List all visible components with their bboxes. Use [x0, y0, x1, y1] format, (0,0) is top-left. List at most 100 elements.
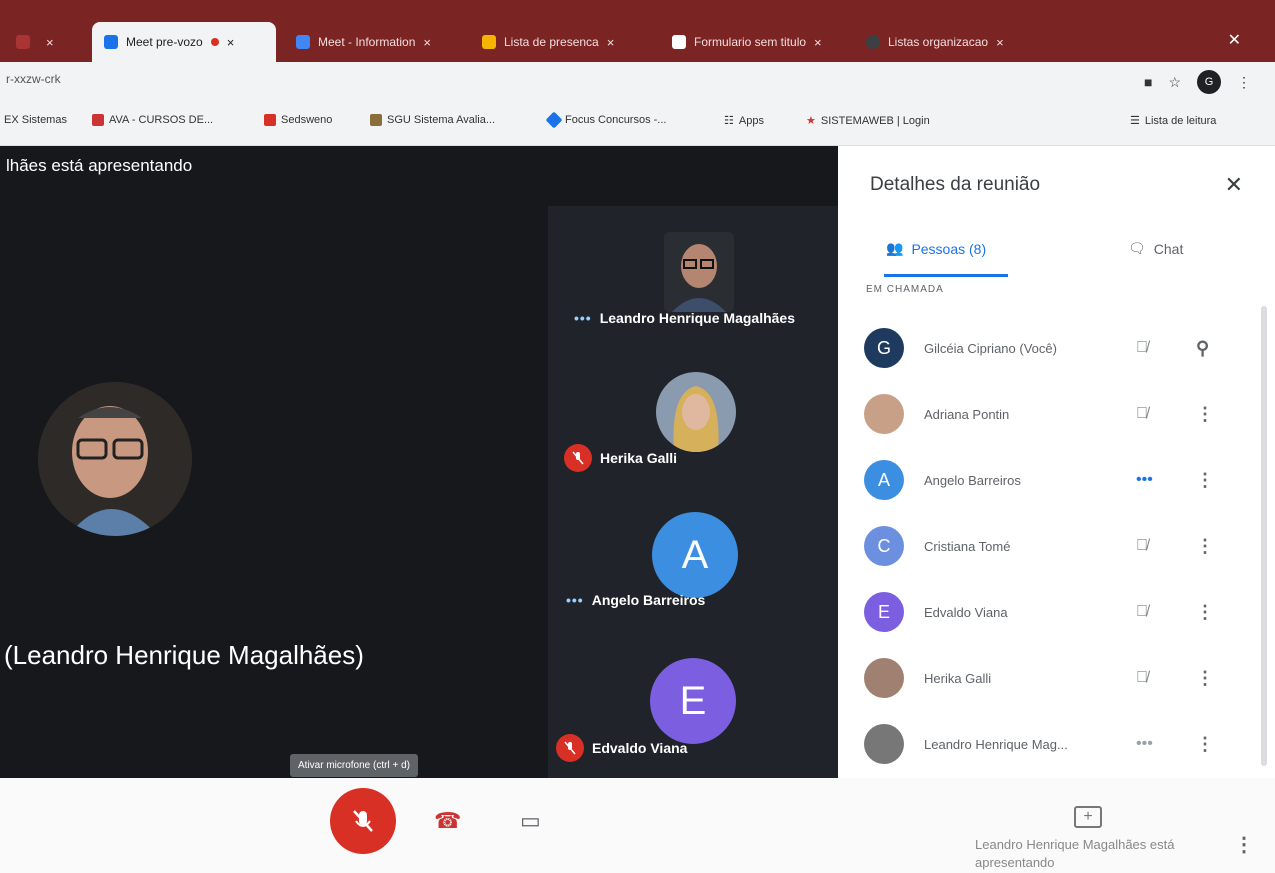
more-options-icon[interactable]: ⋮ [1196, 668, 1214, 689]
bookmark-item[interactable]: ★ SISTEMAWEB | Login [806, 114, 930, 128]
tab-close-icon[interactable]: × [423, 35, 431, 50]
participant-row[interactable]: A Angelo Barreiros ••• ⋮ [864, 458, 1244, 502]
tab-close-icon[interactable]: × [46, 35, 54, 50]
camera-toggle-icon[interactable]: ▭ [520, 808, 541, 834]
main-speaker-name: (Leandro Henrique Magalhães) [4, 640, 364, 670]
bookmark-icon [370, 114, 382, 126]
hangup-icon[interactable]: ☎ [434, 808, 461, 834]
tab-people[interactable]: 👥 Pessoas (8) [886, 240, 986, 257]
tab-close-icon[interactable]: × [607, 35, 615, 50]
recording-dot-icon [210, 38, 219, 46]
participant-row[interactable]: Adriana Pontin 🎙̸ ⋮ [864, 392, 1244, 436]
participant-avatar [656, 372, 736, 452]
bookmark-item[interactable]: SGU Sistema Avalia... [370, 114, 495, 126]
menu-icon[interactable]: ⋮ [1237, 74, 1251, 91]
chat-icon: 🗨 [1128, 240, 1146, 256]
participant-tile-name: ••• Angelo Barreiros [566, 592, 706, 608]
tab-favicon [16, 35, 30, 49]
bookmark-icon: ★ [806, 115, 816, 127]
camera-icon[interactable]: ■ [1144, 74, 1152, 90]
bookmark-icon [92, 114, 104, 126]
participant-row[interactable]: E Edvaldo Viana 🎙̸ ⋮ [864, 590, 1244, 634]
bookmark-item[interactable]: ☷ Apps [724, 114, 764, 128]
more-options-icon[interactable]: ⋮ [1196, 734, 1214, 755]
participant-row[interactable]: Herika Galli 🎙̸ ⋮ [864, 656, 1244, 700]
tab-close-icon[interactable]: × [227, 35, 235, 50]
participant-tile-name: ••• Leandro Henrique Magalhães [574, 310, 795, 326]
browser-tab[interactable]: Listas organizacao × [854, 22, 1054, 62]
people-icon: 👥 [886, 240, 904, 256]
participant-name: Adriana Pontin [924, 406, 1010, 422]
participant-letter-avatar: A [652, 512, 738, 598]
browser-tab[interactable]: Formulario sem titulo × [660, 22, 848, 62]
tab-close-icon[interactable]: × [814, 35, 822, 50]
profile-avatar[interactable]: G [1197, 70, 1221, 94]
tab-favicon [482, 35, 496, 49]
meet-icon [104, 35, 118, 49]
tab-favicon [866, 35, 880, 49]
tab-chat[interactable]: 🗨 Chat [1128, 240, 1183, 257]
avatar [864, 724, 904, 764]
speaking-dots-icon: ••• [1136, 735, 1153, 752]
avatar: G [864, 328, 904, 368]
tab-label: Meet pre-vozo [126, 35, 203, 49]
bookmark-item[interactable]: EX Sistemas [4, 114, 67, 126]
more-options-icon[interactable]: ⋮ [1196, 470, 1214, 491]
url-field[interactable]: r-xxzw-crk [6, 72, 61, 86]
tab-meet[interactable]: Meet pre-vozo × [92, 22, 276, 62]
participant-row[interactable]: C Cristiana Tomé 🎙̸ ⋮ [864, 524, 1244, 568]
participant-name: Edvaldo Viana [924, 604, 1008, 620]
mic-off-icon [556, 734, 584, 762]
presenting-banner: lhães está apresentando [6, 156, 193, 175]
mic-off-icon: 🎙̸ [1136, 669, 1148, 686]
bookmark-item[interactable]: Focus Concursos -... [545, 111, 666, 129]
participant-name: Leandro Henrique Mag... [924, 736, 1068, 752]
participant-name: Herika Galli [924, 670, 992, 686]
main-speaker-avatar [38, 382, 192, 536]
more-options-icon[interactable]: ⋮ [1234, 832, 1254, 857]
participant-strip: ••• Leandro Henrique Magalhães Herika Gal… [548, 206, 838, 778]
panel-scrollbar[interactable] [1261, 306, 1267, 766]
mic-toggle-button[interactable] [330, 788, 396, 854]
avatar [864, 394, 904, 434]
presenting-note: Leandro Henrique Magalhães está apresent… [975, 837, 1175, 870]
address-bar-icons: ■ ☆ G ⋮ [1144, 70, 1251, 94]
participant-video [664, 232, 734, 312]
panel-title: Detalhes da reunião [870, 174, 1041, 195]
avatar: A [864, 460, 904, 500]
browser-tab[interactable]: Meet - Information × [284, 22, 464, 62]
mic-off-icon [564, 444, 592, 472]
present-icon[interactable]: + [1074, 806, 1102, 828]
speaking-dots-icon: ••• [574, 310, 592, 326]
bookmark-icon [264, 114, 276, 126]
pin-icon[interactable]: ⚲ [1196, 338, 1209, 359]
speaking-dots-icon: ••• [1136, 471, 1153, 488]
active-tab-indicator [884, 274, 1008, 277]
participant-name: Cristiana Tomé [924, 538, 1011, 554]
close-icon[interactable]: ✕ [1225, 172, 1243, 198]
browser-tab[interactable]: × [4, 22, 92, 62]
tab-label: Formulario sem titulo [694, 35, 807, 49]
browser-tab[interactable]: Lista de presenca × [470, 22, 654, 62]
participant-row[interactable]: Leandro Henrique Mag... ••• ⋮ [864, 722, 1244, 766]
participant-row[interactable]: G Gilcéia Cipriano (Você) 🎙̸ ⚲ [864, 326, 1244, 370]
apps-icon: ☷ [724, 115, 734, 127]
bookmark-item[interactable]: Sedsweno [264, 114, 332, 126]
tab-label: Listas organizacao [888, 35, 989, 49]
reading-list[interactable]: ☰ Lista de leitura [1130, 114, 1216, 128]
more-options-icon[interactable]: ⋮ [1196, 404, 1214, 425]
avatar: C [864, 526, 904, 566]
more-options-icon[interactable]: ⋮ [1196, 602, 1214, 623]
reading-list-icon: ☰ [1130, 115, 1140, 127]
bookmark-icon [545, 111, 563, 129]
bookmark-item[interactable]: AVA - CURSOS DE... [92, 114, 213, 126]
tab-favicon [296, 35, 310, 49]
mic-tooltip: Ativar microfone (ctrl + d) [290, 754, 418, 777]
tab-close-icon[interactable]: × [996, 35, 1004, 50]
section-label: EM CHAMADA [866, 284, 944, 295]
window-close-icon[interactable]: ✕ [1228, 30, 1241, 50]
participant-tile-name: Edvaldo Viana [556, 734, 687, 762]
participant-letter-avatar: E [650, 658, 736, 744]
more-options-icon[interactable]: ⋮ [1196, 536, 1214, 557]
star-icon[interactable]: ☆ [1168, 74, 1181, 91]
